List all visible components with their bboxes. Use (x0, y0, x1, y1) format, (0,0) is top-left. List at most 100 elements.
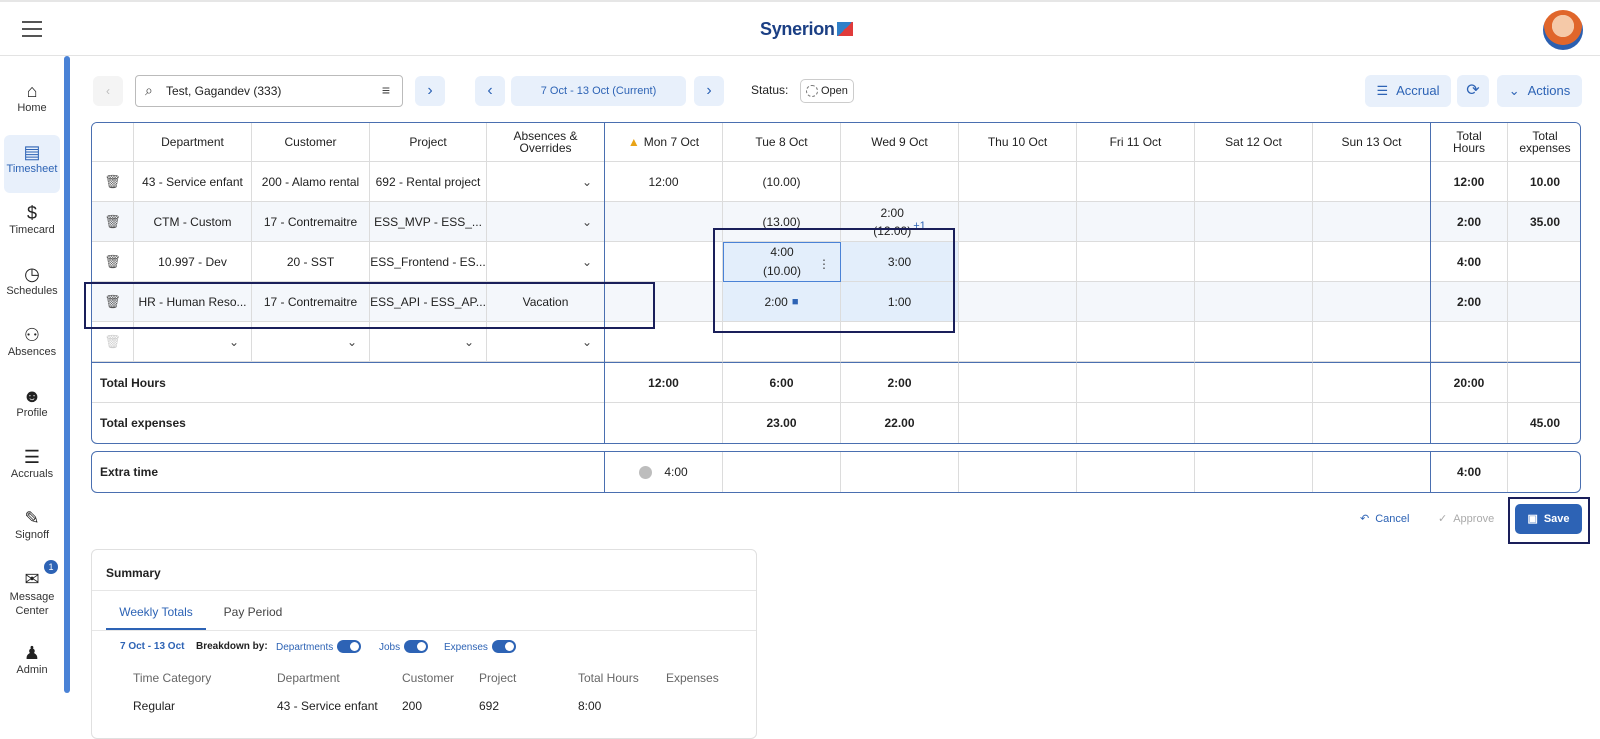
cell-sat[interactable] (1195, 202, 1313, 242)
cell-fri[interactable] (1077, 282, 1195, 322)
cell-fri[interactable] (1077, 322, 1195, 362)
toggle-jobs[interactable]: Jobs (379, 640, 429, 653)
sidebar-item-timesheet[interactable]: ▤ Timesheet (4, 135, 60, 193)
extra-time-fri (1077, 452, 1195, 492)
delete-row-button[interactable]: 🗑 (92, 242, 134, 282)
delete-row-button[interactable]: 🗑 (92, 202, 134, 242)
cancel-label: Cancel (1375, 513, 1410, 525)
extra-time-label: Extra time (92, 452, 605, 492)
toggle-switch[interactable] (337, 640, 362, 653)
breakdown-label: Breakdown by: (196, 641, 268, 652)
cell-total-expenses: 10.00 (1508, 162, 1580, 202)
sidebar-item-label: Message Center (9, 591, 55, 617)
chevron-down-icon: ⌄ (346, 334, 357, 349)
trash-icon: 🗑 (104, 213, 121, 229)
actions-button[interactable]: ⌄ Actions (1497, 75, 1582, 107)
cell-sun[interactable] (1313, 322, 1431, 362)
highlight-box-absence-row (84, 282, 655, 329)
refresh-button[interactable]: ⟳ (1457, 75, 1489, 107)
cell-thu[interactable] (959, 202, 1077, 242)
cell-sat[interactable] (1195, 162, 1313, 202)
cell-thu[interactable] (959, 282, 1077, 322)
clock-icon: ◷ (24, 264, 40, 284)
absence-icon: ⚇ (23, 325, 41, 345)
tab-weekly-totals[interactable]: Weekly Totals (106, 600, 206, 630)
cell-customer[interactable]: 20 - SST (252, 242, 370, 282)
menu-icon[interactable] (22, 21, 42, 37)
cell-fri[interactable] (1077, 202, 1195, 242)
cell-project[interactable]: ESS_MVP - ESS_... (370, 202, 487, 242)
cell-department[interactable]: 10.997 - Dev (134, 242, 252, 282)
trash-icon: 🗑 (104, 253, 121, 269)
cell-customer[interactable]: 17 - Contremaitre (252, 202, 370, 242)
cell-project[interactable]: ESS_Frontend - ES... (370, 242, 487, 282)
accrual-button[interactable]: ☰ Accrual (1365, 75, 1451, 107)
employee-search-input[interactable] (166, 82, 366, 100)
next-employee-button[interactable]: › (415, 76, 445, 106)
approve-button[interactable]: ✓ Approve (1438, 512, 1494, 525)
header-total-expenses: Total expenses (1508, 123, 1580, 162)
filter-icon[interactable]: ≡ (382, 82, 390, 98)
cell-sat[interactable] (1195, 242, 1313, 282)
sidebar-item-home[interactable]: ⌂ Home (4, 74, 60, 132)
prev-employee-button[interactable]: ‹ (93, 76, 123, 106)
cell-department[interactable]: 43 - Service enfant (134, 162, 252, 202)
toggle-switch[interactable] (404, 640, 429, 653)
cell-sun[interactable] (1313, 162, 1431, 202)
cell-total-hours (1431, 322, 1508, 362)
cell-sat[interactable] (1195, 322, 1313, 362)
toggle-expenses[interactable]: Expenses (444, 640, 516, 653)
chevron-down-icon: ⌄ (581, 334, 592, 349)
toggle-departments[interactable]: Departments (276, 640, 362, 653)
cell-absences-dropdown[interactable]: ⌄ (487, 162, 605, 202)
cell-wed[interactable] (841, 162, 959, 202)
cell-thu[interactable] (959, 162, 1077, 202)
period-selector[interactable]: 7 Oct - 13 Oct (Current) (511, 76, 686, 106)
chevron-down-icon: ⌄ (581, 174, 592, 189)
cell-sun[interactable] (1313, 282, 1431, 322)
sidebar-item-admin[interactable]: ♟ Admin (4, 636, 60, 694)
cell-sat[interactable] (1195, 282, 1313, 322)
cell-sun[interactable] (1313, 242, 1431, 282)
cell-department[interactable]: CTM - Custom (134, 202, 252, 242)
total-hours-sun (1313, 362, 1431, 403)
cell-fri[interactable] (1077, 242, 1195, 282)
search-icon: ⌕ (145, 82, 153, 98)
cell-thu[interactable] (959, 242, 1077, 282)
sidebar-item-absences[interactable]: ⚇ Absences (4, 318, 60, 376)
cell-project[interactable]: 692 - Rental project (370, 162, 487, 202)
cell-absences-dropdown[interactable]: ⌄ (487, 202, 605, 242)
cell-sun[interactable] (1313, 202, 1431, 242)
sidebar-item-profile[interactable]: ☻ Profile (4, 379, 60, 437)
column-header: Expenses (666, 671, 719, 685)
next-period-button[interactable]: › (694, 76, 724, 106)
employee-search[interactable]: ⌕ ≡ (135, 75, 403, 107)
cell-mon[interactable] (605, 242, 723, 282)
header-sun: Sun 13 Oct (1313, 123, 1431, 162)
cell-fri[interactable] (1077, 162, 1195, 202)
extra-time-total: 4:00 (1431, 452, 1508, 492)
tab-pay-period[interactable]: Pay Period (218, 600, 288, 630)
cell-thu[interactable] (959, 322, 1077, 362)
sidebar-item-signoff[interactable]: ✎ Signoff (4, 501, 60, 559)
chevron-down-icon: ⌄ (463, 334, 474, 349)
signoff-icon: ✎ (24, 508, 40, 528)
sidebar-item-message-center[interactable]: ✉ Message Center 1 (4, 560, 60, 628)
delete-row-button[interactable]: 🗑 (92, 162, 134, 202)
cell-tue[interactable]: (10.00) (723, 162, 841, 202)
sidebar-item-accruals[interactable]: ☰ Accruals (4, 440, 60, 498)
cell-total-hours: 2:00 (1431, 202, 1508, 242)
toggle-switch[interactable] (491, 640, 516, 653)
sidebar-item-schedules[interactable]: ◷ Schedules (4, 257, 60, 315)
cancel-button[interactable]: ↶ Cancel (1360, 512, 1409, 525)
avatar[interactable] (1543, 10, 1583, 50)
cell-absences-dropdown[interactable]: ⌄ (487, 242, 605, 282)
cell-mon[interactable]: 12:00 (605, 162, 723, 202)
cell-mon[interactable] (605, 202, 723, 242)
period-label: 7 Oct - 13 Oct (Current) (540, 85, 657, 97)
sidebar-scrollbar[interactable] (64, 56, 70, 693)
extra-time-mon[interactable]: 4:00 (605, 452, 723, 492)
sidebar-item-timecard[interactable]: $ Timecard (4, 196, 60, 254)
cell-customer[interactable]: 200 - Alamo rental (252, 162, 370, 202)
prev-period-button[interactable]: ‹ (475, 76, 505, 106)
